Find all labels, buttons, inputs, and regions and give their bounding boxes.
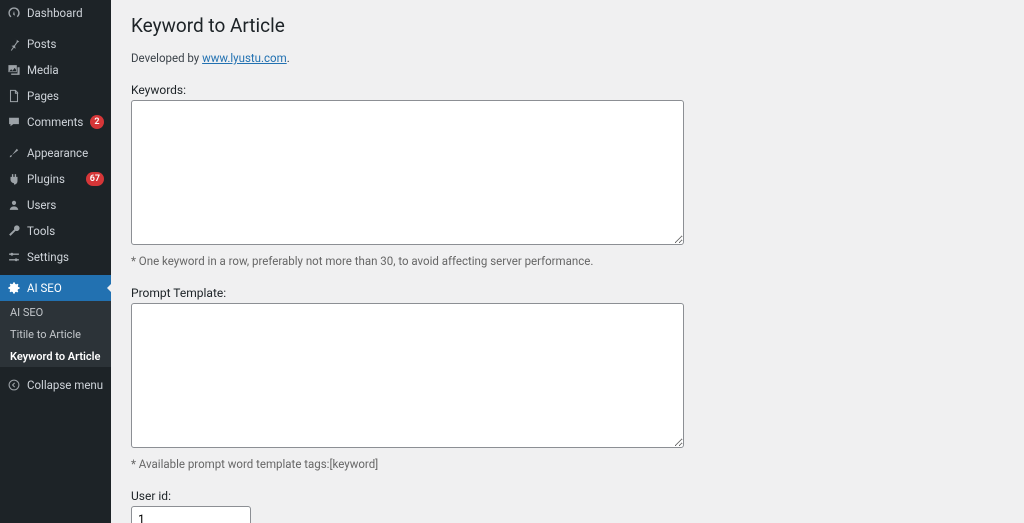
sidebar-item-label: Collapse menu xyxy=(27,379,104,392)
comments-badge: 2 xyxy=(90,115,104,129)
developed-prefix: Developed by xyxy=(131,51,202,65)
developer-link[interactable]: www.lyustu.com xyxy=(202,51,287,65)
sidebar-item-pages[interactable]: Pages xyxy=(0,83,111,109)
sidebar-item-appearance[interactable]: Appearance xyxy=(0,140,111,166)
pin-icon xyxy=(7,37,21,51)
keywords-label: Keywords: xyxy=(131,83,1004,97)
keywords-textarea[interactable] xyxy=(131,100,684,245)
main-content: Keyword to Article Developed by www.lyus… xyxy=(111,0,1024,523)
keywords-block: Keywords: * One keyword in a row, prefer… xyxy=(131,83,1004,268)
sidebar-item-settings[interactable]: Settings xyxy=(0,244,111,270)
developed-by-line: Developed by www.lyustu.com. xyxy=(131,51,1004,65)
gear-icon xyxy=(7,281,21,295)
sidebar-item-ai-seo[interactable]: AI SEO xyxy=(0,275,111,301)
brush-icon xyxy=(7,146,21,160)
user-id-block: User id: * Who will publish. Specify a u… xyxy=(131,489,1004,523)
sidebar-item-label: Tools xyxy=(27,225,104,238)
sidebar-item-label: Dashboard xyxy=(27,7,104,20)
sidebar-item-tools[interactable]: Tools xyxy=(0,218,111,244)
gauge-icon xyxy=(7,6,21,20)
sidebar-item-label: AI SEO xyxy=(27,282,104,295)
sidebar-item-posts[interactable]: Posts xyxy=(0,31,111,57)
user-id-input[interactable] xyxy=(131,506,251,523)
comment-icon xyxy=(7,115,21,129)
sidebar-item-label: Media xyxy=(27,64,104,77)
sidebar-item-label: Plugins xyxy=(27,173,80,186)
sidebar-sub-keyword-to-article[interactable]: Keyword to Article xyxy=(0,345,111,367)
sidebar-item-label: Comments xyxy=(27,116,84,129)
media-icon xyxy=(7,63,21,77)
sidebar-item-users[interactable]: Users xyxy=(0,192,111,218)
sidebar-item-comments[interactable]: Comments 2 xyxy=(0,109,111,135)
admin-sidebar: Dashboard Posts Media Pages Comments 2 A… xyxy=(0,0,111,523)
prompt-hint: * Available prompt word template tags:[k… xyxy=(131,457,1004,471)
sidebar-item-label: Users xyxy=(27,199,104,212)
sidebar-item-label: Posts xyxy=(27,38,104,51)
sidebar-item-label: Appearance xyxy=(27,147,104,160)
prompt-label: Prompt Template: xyxy=(131,286,1004,300)
page-title: Keyword to Article xyxy=(131,14,1004,37)
sidebar-sub-title-to-article[interactable]: Titile to Article xyxy=(0,323,111,345)
user-id-label: User id: xyxy=(131,489,1004,503)
keywords-hint: * One keyword in a row, preferably not m… xyxy=(131,254,1004,268)
collapse-icon xyxy=(7,378,21,392)
prompt-block: Prompt Template: * Available prompt word… xyxy=(131,286,1004,471)
sidebar-item-plugins[interactable]: Plugins 67 xyxy=(0,166,111,192)
plug-icon xyxy=(7,172,21,186)
sliders-icon xyxy=(7,250,21,264)
prompt-textarea[interactable] xyxy=(131,303,684,448)
page-icon xyxy=(7,89,21,103)
user-icon xyxy=(7,198,21,212)
plugins-badge: 67 xyxy=(86,172,104,186)
sidebar-item-label: Pages xyxy=(27,90,104,103)
sidebar-sub-ai-seo[interactable]: AI SEO xyxy=(0,301,111,323)
sidebar-item-dashboard[interactable]: Dashboard xyxy=(0,0,111,26)
wrench-icon xyxy=(7,224,21,238)
sidebar-item-label: Settings xyxy=(27,251,104,264)
developed-suffix: . xyxy=(287,51,290,65)
sidebar-collapse[interactable]: Collapse menu xyxy=(0,372,111,398)
sidebar-item-media[interactable]: Media xyxy=(0,57,111,83)
